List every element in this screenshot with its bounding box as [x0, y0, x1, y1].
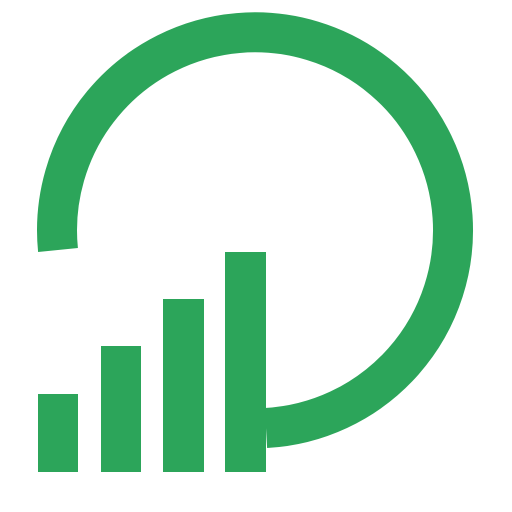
logo	[0, 0, 512, 512]
bar-4	[225, 252, 266, 472]
logo-mark	[37, 12, 474, 472]
bar-3	[163, 299, 204, 472]
bar-1	[38, 394, 78, 472]
bar-2	[101, 346, 141, 472]
